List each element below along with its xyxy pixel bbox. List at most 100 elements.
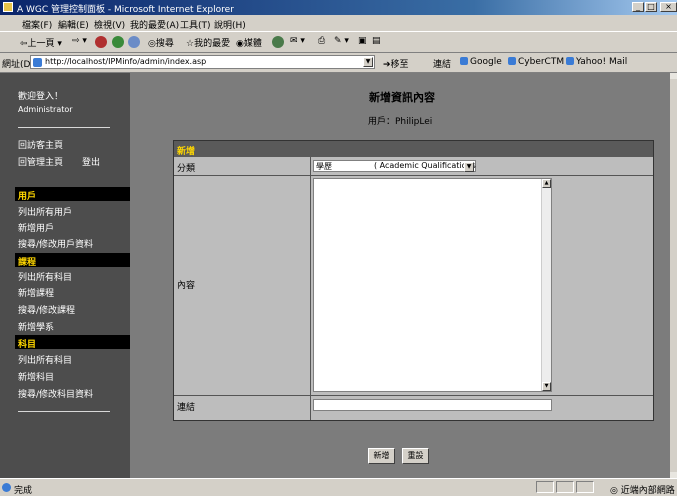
- menu-edit[interactable]: 編輯(E): [58, 18, 89, 31]
- link-cyberctm[interactable]: CyberCTM: [508, 57, 564, 67]
- section-users-title: 用戶: [18, 192, 37, 202]
- submit-button[interactable]: 新增: [368, 448, 395, 464]
- section-subjects: 科目: [15, 335, 130, 350]
- done-icon: [2, 483, 11, 492]
- link-yahoo-label: Yahoo! Mail: [576, 57, 628, 67]
- nav-add-subject[interactable]: 新增科目: [18, 370, 54, 383]
- address-bar: 網址(D) http://localhost/IPMinfo/admin/ind…: [0, 53, 677, 73]
- menu-view[interactable]: 檢視(V): [94, 18, 125, 31]
- mail-icon[interactable]: ✉ ▾: [290, 36, 305, 46]
- window-title-bar: A WGC 管理控制面板 - Microsoft Internet Explor…: [0, 0, 677, 15]
- print-icon[interactable]: ⎙: [318, 36, 325, 46]
- forward-button[interactable]: ⇨ ▾: [72, 36, 87, 46]
- category-row: 分類 學歷 ( Academic Qualifications ▼: [174, 157, 653, 176]
- category-select[interactable]: 學歷 ( Academic Qualifications ▼: [313, 160, 476, 172]
- section-users: 用戶: [15, 187, 130, 202]
- form-header-label: 新增: [177, 147, 196, 157]
- nav-add-department[interactable]: 新增學系: [18, 320, 54, 333]
- form-header: 新增: [174, 141, 653, 157]
- link-google[interactable]: Google: [460, 57, 502, 67]
- nav-guest-home[interactable]: 回訪客主頁: [18, 138, 63, 151]
- link-cyberctm-label: CyberCTM: [518, 57, 565, 67]
- nav-list-subjects-2[interactable]: 列出所有科目: [18, 353, 72, 366]
- address-value: http://localhost/IPMinfo/admin/index.asp: [45, 57, 207, 66]
- history-icon[interactable]: [272, 36, 284, 48]
- admin-username: Administrator: [18, 105, 73, 114]
- nav-search-users[interactable]: 搜尋/修改用戶資料: [18, 237, 93, 250]
- search-label: 搜尋: [155, 39, 174, 49]
- nav-add-course[interactable]: 新增課程: [18, 286, 54, 299]
- link-icon: [460, 57, 468, 65]
- nav-admin-home[interactable]: 回管理主頁: [18, 155, 63, 168]
- discuss-icon[interactable]: ▣: [358, 36, 367, 46]
- menu-help[interactable]: 說明(H): [214, 18, 246, 31]
- back-label: 上一頁: [27, 39, 55, 49]
- link-icon: [508, 57, 516, 65]
- info-form: 新增 分類 學歷 ( Academic Qualifications ▼ 內容 …: [173, 140, 654, 421]
- search-button[interactable]: ◎搜尋: [148, 36, 174, 49]
- content-textarea[interactable]: ▲ ▼: [313, 178, 552, 392]
- link-label: 連結: [177, 403, 196, 413]
- menu-tools[interactable]: 工具(T): [180, 18, 211, 31]
- favorites-label: 我的最愛: [194, 39, 231, 49]
- security-zone: ◎ 近端內部網路: [610, 486, 675, 496]
- logout-link[interactable]: 登出: [82, 155, 100, 168]
- go-button[interactable]: ➔移至: [383, 57, 409, 70]
- textarea-scrollbar[interactable]: ▲ ▼: [541, 179, 551, 391]
- close-button[interactable]: ×: [660, 2, 677, 12]
- page-scrollbar-thumb[interactable]: [670, 79, 677, 472]
- page-scrollbar[interactable]: [670, 73, 677, 478]
- content-label: 內容: [177, 281, 196, 291]
- section-courses-title: 課程: [18, 258, 37, 268]
- nav-add-user[interactable]: 新增用戶: [18, 221, 54, 234]
- menu-favorites[interactable]: 我的最愛(A): [130, 18, 179, 31]
- menu-file[interactable]: 檔案(F): [22, 18, 52, 31]
- favorites-button[interactable]: ☆我的最愛: [186, 36, 230, 49]
- nav-search-subjects[interactable]: 搜尋/修改科目資料: [18, 387, 93, 400]
- menu-bar: 檔案(F) 編輯(E) 檢視(V) 我的最愛(A) 工具(T) 說明(H): [0, 15, 677, 32]
- link-input[interactable]: [313, 399, 552, 411]
- sidebar-divider-bottom: [18, 411, 110, 412]
- link-icon: [566, 57, 574, 65]
- current-user: 用戶：PhilipLei: [368, 117, 433, 127]
- page-title: 新增資訊內容: [369, 91, 435, 104]
- maximize-button[interactable]: □: [645, 2, 657, 12]
- scroll-down-icon[interactable]: ▼: [542, 382, 551, 391]
- section-subjects-title: 科目: [18, 340, 37, 350]
- link-google-label: Google: [470, 57, 502, 67]
- status-text: 完成: [14, 486, 33, 496]
- refresh-icon[interactable]: [112, 36, 124, 48]
- media-label: 媒體: [243, 39, 262, 49]
- scroll-up-icon[interactable]: ▲: [542, 179, 551, 188]
- status-bar: 完成 ◎ 近端內部網路: [0, 478, 677, 496]
- stop-icon[interactable]: [95, 36, 107, 48]
- ie-app-icon: [3, 2, 13, 12]
- content-row: 內容 ▲ ▼: [174, 176, 653, 396]
- browser-toolbar: ⇦上一頁 ▾ ⇨ ▾ ◎搜尋 ☆我的最愛 ◉媒體 ✉ ▾ ⎙ ✎ ▾ ▣ ▤: [0, 32, 677, 53]
- nav-search-courses[interactable]: 搜尋/修改課程: [18, 303, 75, 316]
- address-dropdown-icon[interactable]: ▼: [363, 57, 373, 67]
- status-segment: [536, 481, 554, 493]
- category-selected: 學歷: [316, 162, 332, 171]
- sidebar-divider: [18, 127, 110, 128]
- category-selected-en: ( Academic Qualifications: [374, 161, 476, 170]
- go-label: 移至: [390, 60, 409, 70]
- window-title: A WGC 管理控制面板 - Microsoft Internet Explor…: [17, 5, 234, 15]
- back-button[interactable]: ⇦上一頁 ▾: [20, 36, 62, 49]
- media-button[interactable]: ◉媒體: [236, 36, 262, 49]
- home-icon[interactable]: [128, 36, 140, 48]
- nav-list-subjects[interactable]: 列出所有科目: [18, 270, 72, 283]
- link-row: 連結: [174, 396, 653, 415]
- nav-list-users[interactable]: 列出所有用戶: [18, 205, 72, 218]
- page-content: 歡迎登入！ Administrator 回訪客主頁 回管理主頁 登出 用戶 列出…: [0, 73, 670, 478]
- links-label: 連結: [433, 60, 452, 70]
- category-dropdown-icon[interactable]: ▼: [464, 162, 474, 172]
- minimize-button[interactable]: _: [632, 2, 644, 12]
- link-yahoo-mail[interactable]: Yahoo! Mail: [566, 57, 627, 67]
- messenger-icon[interactable]: ▤: [372, 36, 381, 46]
- status-segment: [576, 481, 594, 493]
- address-input[interactable]: http://localhost/IPMinfo/admin/index.asp…: [30, 55, 375, 69]
- edit-icon[interactable]: ✎ ▾: [334, 36, 349, 46]
- status-segment: [556, 481, 574, 493]
- reset-button[interactable]: 重設: [402, 448, 429, 464]
